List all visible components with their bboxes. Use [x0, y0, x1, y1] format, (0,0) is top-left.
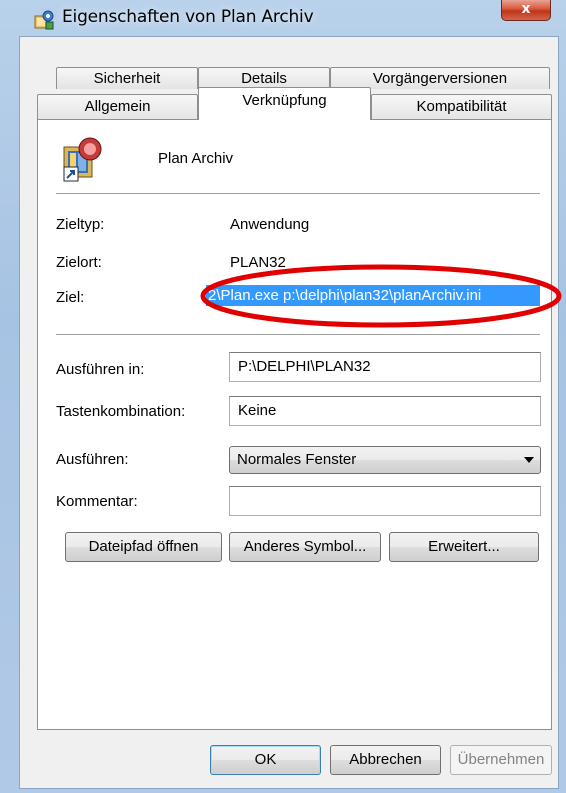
separator-middle	[56, 334, 540, 335]
dateipfad-oeffnen-button[interactable]: Dateipfad öffnen	[65, 532, 222, 562]
zieltyp-value: Anwendung	[230, 216, 310, 233]
zielort-value: PLAN32	[230, 254, 286, 271]
tastenkombination-input[interactable]: Keine	[229, 396, 541, 426]
tab-verknuepfung[interactable]: Verknüpfung	[198, 87, 371, 120]
title-bar[interactable]: Eigenschaften von Plan Archiv x	[0, 0, 566, 36]
ausfuehren-selected-value: Normales Fenster	[237, 451, 357, 468]
erweitert-button[interactable]: Erweitert...	[389, 532, 539, 562]
abbrechen-button[interactable]: Abbrechen	[330, 745, 441, 775]
ok-button[interactable]: OK	[210, 745, 321, 775]
tab-kompatibilitaet[interactable]: Kompatibilität	[371, 94, 552, 120]
ziel-label: Ziel:	[56, 289, 85, 306]
separator-top	[56, 193, 540, 194]
tab-vorgaengerversionen[interactable]: Vorgängerversionen	[330, 67, 550, 89]
dropdown-arrow-icon[interactable]	[524, 457, 534, 463]
kommentar-input[interactable]	[229, 486, 541, 516]
ausfuehren-in-label: Ausführen in:	[56, 361, 145, 378]
shortcut-name: Plan Archiv	[158, 150, 234, 167]
window-title: Eigenschaften von Plan Archiv	[62, 7, 314, 27]
tab-details[interactable]: Details	[198, 67, 330, 89]
kommentar-label: Kommentar:	[56, 493, 138, 510]
anderes-symbol-button[interactable]: Anderes Symbol...	[229, 532, 381, 562]
tab-allgemein[interactable]: Allgemein	[37, 94, 198, 120]
tastenkombination-label: Tastenkombination:	[56, 403, 186, 420]
uebernehmen-button[interactable]: Übernehmen	[450, 745, 552, 775]
ziel-selected-text: 2\Plan.exe p:\delphi\plan32\planArchiv.i…	[206, 285, 540, 306]
shortcut-properties-icon	[34, 10, 54, 30]
ausfuehren-label: Ausführen:	[56, 451, 129, 468]
tab-sicherheit[interactable]: Sicherheit	[56, 67, 198, 89]
ziel-input[interactable]: 2\Plan.exe p:\delphi\plan32\planArchiv.i…	[205, 280, 541, 310]
plan-archive-icon	[60, 137, 104, 183]
close-button[interactable]: x	[501, 0, 551, 21]
zieltyp-label: Zieltyp:	[56, 216, 105, 233]
ausfuehren-select[interactable]: Normales Fenster	[229, 446, 541, 474]
zielort-label: Zielort:	[56, 254, 102, 271]
ausfuehren-in-input[interactable]: P:\DELPHI\PLAN32	[229, 352, 541, 382]
